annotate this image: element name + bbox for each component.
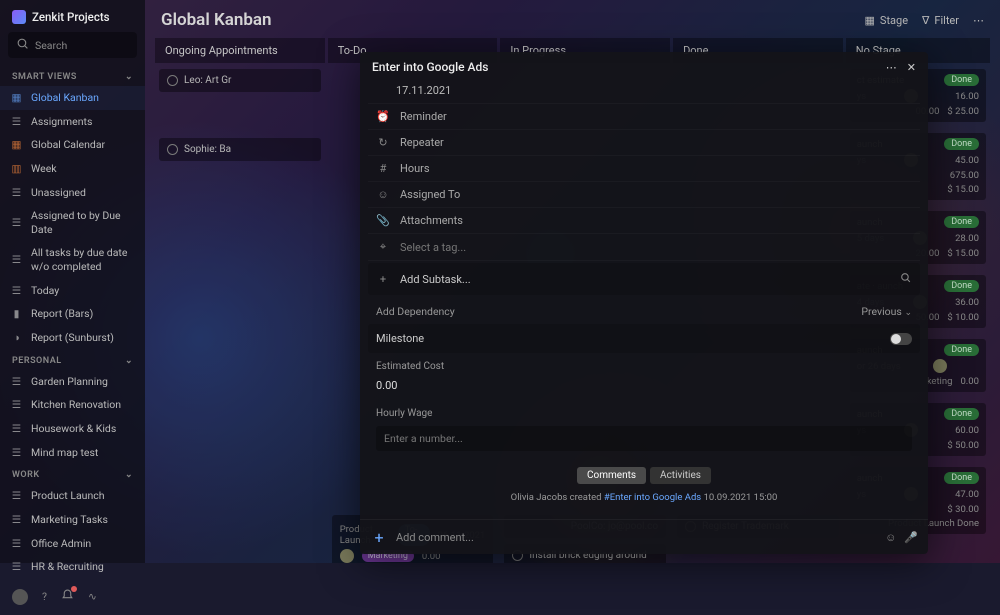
close-icon[interactable]: ✕ [907, 61, 916, 74]
bar-chart-icon: ▮ [10, 308, 23, 321]
tab-comments[interactable]: Comments [577, 467, 646, 484]
more-icon[interactable]: ⋯ [886, 61, 897, 74]
activity-link[interactable]: #Enter into Google Ads [604, 492, 701, 503]
section-work[interactable]: WORK ⌄ [0, 464, 145, 484]
search-icon[interactable] [899, 271, 912, 287]
user-avatar[interactable] [12, 589, 28, 605]
sidebar-item-week[interactable]: ▥Week [0, 157, 145, 181]
section-personal[interactable]: PERSONAL ⌄ [0, 350, 145, 370]
estimated-cost-label: Estimated Cost [368, 353, 920, 374]
milestone-toggle[interactable] [890, 333, 912, 345]
kanban-icon: ▦ [10, 91, 23, 104]
bell-icon[interactable] [61, 589, 74, 605]
modal-title: Enter into Google Ads [372, 60, 488, 74]
date-value[interactable]: 17.11.2021 [396, 84, 451, 97]
emoji-icon[interactable]: ☺ [885, 531, 896, 544]
week-icon: ▥ [10, 162, 23, 175]
activity-icon[interactable]: ∿ [88, 590, 97, 603]
sidebar-item-housework[interactable]: ☰Housework & Kids [0, 417, 145, 441]
unassigned-icon: ☰ [10, 186, 23, 199]
estimated-cost-input[interactable]: 0.00 [376, 379, 397, 392]
folder-icon: ☰ [10, 446, 23, 459]
reminder-field[interactable]: ⏰Reminder [368, 104, 920, 130]
chevron-down-icon: ⌄ [904, 308, 912, 318]
attachments-field[interactable]: 📎Attachments [368, 208, 920, 234]
hourly-wage-label: Hourly Wage [368, 400, 920, 421]
sidebar: Zenkit Projects Search SMART VIEWS ⌄ ▦Gl… [0, 0, 145, 563]
main-area: Global Kanban ▦Stage ∇Filter ⋯ Ongoing A… [145, 0, 1000, 563]
hourly-wage-input[interactable]: Enter a number... [376, 426, 912, 451]
sidebar-item-office-admin[interactable]: ☰Office Admin [0, 532, 145, 556]
sidebar-item-unassigned[interactable]: ☰Unassigned [0, 181, 145, 205]
sidebar-item-kitchen[interactable]: ☰Kitchen Renovation [0, 393, 145, 417]
milestone-label: Milestone [376, 332, 424, 345]
sidebar-item-garden[interactable]: ☰Garden Planning [0, 370, 145, 394]
chevron-down-icon: ⌄ [125, 356, 133, 366]
clock-icon: ⏰ [376, 110, 390, 123]
add-dependency-button[interactable]: Add Dependency [376, 305, 455, 318]
sidebar-item-report-bars[interactable]: ▮Report (Bars) [0, 302, 145, 326]
plus-icon: + [376, 273, 390, 286]
repeater-field[interactable]: ↻Repeater [368, 130, 920, 156]
section-smart-views[interactable]: SMART VIEWS ⌄ [0, 66, 145, 86]
repeat-icon: ↻ [376, 136, 390, 149]
brand-label: Zenkit Projects [32, 10, 110, 24]
sidebar-item-product-launch[interactable]: ☰Product Launch [0, 484, 145, 508]
sidebar-item-global-calendar[interactable]: ▦Global Calendar [0, 133, 145, 157]
sidebar-item-assignments[interactable]: ☰Assignments [0, 110, 145, 134]
list-icon: ☰ [10, 254, 23, 267]
add-subtask-button[interactable]: +Add Subtask... [368, 263, 920, 295]
brand[interactable]: Zenkit Projects [0, 0, 145, 32]
folder-icon: ☰ [10, 560, 23, 573]
mic-icon[interactable]: 🎤 [904, 531, 918, 544]
activity-entry: Olivia Jacobs created #Enter into Google… [368, 488, 920, 513]
hash-icon: # [376, 162, 390, 175]
sunburst-icon: ◑ [10, 331, 23, 344]
tab-activities[interactable]: Activities [650, 467, 711, 484]
chevron-down-icon: ⌄ [125, 72, 133, 82]
zenkit-logo-icon [12, 10, 26, 24]
sidebar-footer: ? ∿ [0, 579, 145, 615]
sidebar-item-assigned-due[interactable]: ☰Assigned to by Due Date [0, 204, 145, 241]
assigned-field[interactable]: ☺Assigned To [368, 182, 920, 208]
tag-icon: ⌖ [376, 240, 390, 254]
sidebar-item-hr-recruiting[interactable]: ☰HR & Recruiting [0, 555, 145, 579]
comment-input[interactable]: Add comment... [396, 531, 877, 544]
sidebar-item-global-kanban[interactable]: ▦Global Kanban [0, 86, 145, 110]
search-input[interactable]: Search [8, 32, 137, 58]
sidebar-item-all-tasks-due[interactable]: ☰All tasks by due date w/o completed [0, 241, 145, 278]
user-icon: ☰ [10, 115, 23, 128]
calendar-icon: ▦ [10, 139, 23, 152]
help-icon[interactable]: ? [42, 590, 47, 603]
chevron-down-icon: ⌄ [125, 470, 133, 480]
search-icon [16, 37, 29, 53]
sidebar-item-mindmap[interactable]: ☰Mind map test [0, 441, 145, 465]
today-icon: ☰ [10, 284, 23, 297]
task-modal: Enter into Google Ads ⋯ ✕ 17.11.2021 ⏰Re… [360, 52, 928, 554]
add-button[interactable]: + [370, 528, 388, 546]
sidebar-item-marketing-tasks[interactable]: ☰Marketing Tasks [0, 508, 145, 532]
folder-icon: ☰ [10, 490, 23, 503]
previous-selector[interactable]: Previous ⌄ [861, 305, 912, 318]
folder-icon: ☰ [10, 399, 23, 412]
folder-icon: ☰ [10, 375, 23, 388]
folder-icon: ☰ [10, 422, 23, 435]
attachment-icon: 📎 [376, 214, 390, 227]
sidebar-item-report-sunburst[interactable]: ◑Report (Sunburst) [0, 326, 145, 350]
sidebar-item-today[interactable]: ☰Today [0, 279, 145, 303]
folder-icon: ☰ [10, 513, 23, 526]
search-placeholder: Search [35, 39, 67, 52]
tag-field[interactable]: ⌖Select a tag... [368, 234, 920, 261]
person-icon: ☺ [376, 188, 390, 201]
folder-icon: ☰ [10, 537, 23, 550]
list-icon: ☰ [10, 216, 23, 229]
hours-field[interactable]: #Hours [368, 156, 920, 182]
